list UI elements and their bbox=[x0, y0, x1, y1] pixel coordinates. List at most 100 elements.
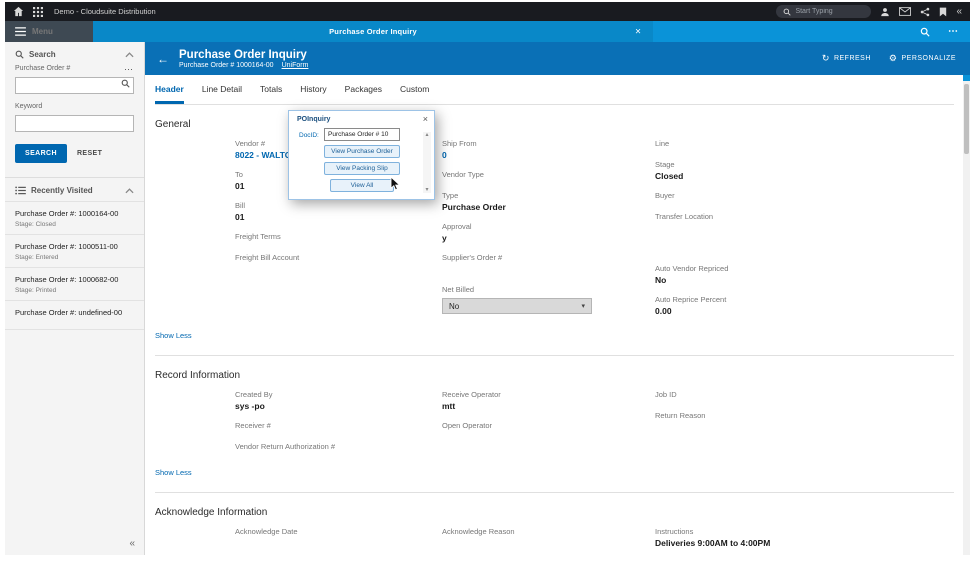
mouse-cursor bbox=[390, 176, 401, 191]
document-tab-title: Purchase Order Inquiry bbox=[329, 27, 417, 36]
global-search-input[interactable] bbox=[795, 8, 866, 15]
view-purchase-order-button[interactable]: View Purchase Order bbox=[324, 145, 400, 158]
field-label: Vendor Type bbox=[442, 170, 484, 179]
search-icon[interactable] bbox=[920, 27, 930, 37]
list-item[interactable]: Purchase Order #: 1000164-00 Stage: Clos… bbox=[5, 202, 144, 235]
field-acknowledge-reason: Acknowledge Reason bbox=[442, 526, 655, 540]
keyword-label-row: Keyword bbox=[5, 103, 144, 110]
ellipsis-icon[interactable]: ⋯ bbox=[124, 65, 134, 74]
po-number-input[interactable] bbox=[15, 77, 134, 94]
field-label: Acknowledge Reason bbox=[442, 527, 515, 536]
collapse-panel-icon[interactable]: « bbox=[956, 6, 962, 17]
personalize-label: PERSONALIZE bbox=[901, 55, 956, 62]
uniform-link[interactable]: UniForm bbox=[282, 62, 309, 69]
more-icon[interactable]: ⋯ bbox=[948, 26, 958, 37]
field-label: Created By bbox=[235, 390, 273, 399]
mail-icon[interactable] bbox=[899, 7, 912, 16]
list-item[interactable]: Purchase Order #: undefined-00 bbox=[5, 301, 144, 330]
net-billed-select[interactable]: No ▾ bbox=[442, 298, 592, 314]
field-value: y bbox=[442, 233, 447, 243]
popup-title: POInquiry bbox=[297, 116, 331, 123]
tab-packages[interactable]: Packages bbox=[345, 84, 382, 104]
view-packing-slip-button[interactable]: View Packing Slip bbox=[324, 162, 400, 175]
docid-label: DocID: bbox=[299, 132, 319, 139]
refresh-label: REFRESH bbox=[833, 55, 871, 62]
topbar: Demo - Cloudsuite Distribution « bbox=[5, 2, 970, 21]
field-transfer-location: Transfer Location bbox=[655, 211, 954, 225]
field-receiver-number: Receiver # bbox=[235, 420, 442, 434]
sidebar-search-header[interactable]: Search bbox=[5, 42, 144, 65]
field-label: Ship From bbox=[442, 139, 477, 148]
caret-down-icon: ▾ bbox=[581, 303, 585, 310]
tab-custom[interactable]: Custom bbox=[400, 84, 429, 104]
recently-visited-list: Purchase Order #: 1000164-00 Stage: Clos… bbox=[5, 201, 144, 330]
menu-button[interactable]: Menu bbox=[5, 21, 93, 42]
tab-totals[interactable]: Totals bbox=[260, 84, 282, 104]
main-scrollbar[interactable] bbox=[963, 75, 970, 555]
sidebar: Search Purchase Order # ⋯ Keyword SEARCH… bbox=[5, 42, 145, 555]
field-value bbox=[442, 263, 655, 266]
share-icon[interactable] bbox=[920, 7, 930, 17]
home-icon[interactable] bbox=[13, 6, 24, 17]
personalize-button[interactable]: ⚙ PERSONALIZE bbox=[889, 54, 956, 63]
sidebar-collapse-icon[interactable]: « bbox=[129, 538, 135, 549]
global-search[interactable] bbox=[776, 5, 872, 18]
reset-button[interactable]: RESET bbox=[77, 150, 102, 157]
po-number-label-row: Purchase Order # ⋯ bbox=[5, 65, 144, 74]
chevron-up-icon[interactable] bbox=[125, 51, 134, 58]
show-less-link[interactable]: Show Less bbox=[155, 468, 192, 477]
tab-line-detail[interactable]: Line Detail bbox=[202, 84, 242, 104]
tab-history[interactable]: History bbox=[300, 84, 326, 104]
list-item[interactable]: Purchase Order #: 1000682-00 Stage: Prin… bbox=[5, 268, 144, 301]
field-vendor-return-authorization: Vendor Return Authorization # bbox=[235, 441, 442, 455]
lookup-icon[interactable] bbox=[121, 79, 130, 88]
list-item[interactable]: Purchase Order #: 1000511-00 Stage: Ente… bbox=[5, 235, 144, 268]
main-area: ← Purchase Order Inquiry Purchase Order … bbox=[145, 42, 970, 555]
recently-visited-header[interactable]: Recently Visited bbox=[5, 178, 144, 201]
field-label: Freight Bill Account bbox=[235, 253, 300, 262]
field-label: Approval bbox=[442, 222, 472, 231]
section-title-acknowledge: Acknowledge Information bbox=[155, 507, 268, 518]
refresh-button[interactable]: ↻ REFRESH bbox=[822, 54, 871, 63]
tab-purchase-order-inquiry[interactable]: Purchase Order Inquiry × bbox=[93, 21, 653, 42]
user-icon[interactable] bbox=[880, 7, 890, 17]
field-value: Purchase Order bbox=[442, 202, 506, 212]
view-all-button[interactable]: View All bbox=[330, 179, 394, 192]
tab-close-icon[interactable]: × bbox=[635, 26, 641, 37]
popup-close-icon[interactable]: × bbox=[423, 115, 428, 124]
keyword-input[interactable] bbox=[15, 115, 134, 132]
popup-scrollbar[interactable]: ▴ ▾ bbox=[423, 132, 431, 193]
show-less-link[interactable]: Show Less bbox=[155, 331, 192, 340]
field-line: Line bbox=[655, 138, 954, 152]
field-label: Job ID bbox=[655, 390, 677, 399]
hamburger-icon bbox=[15, 27, 26, 36]
recent-item-stage: Stage: Printed bbox=[15, 287, 57, 294]
bookmark-icon[interactable] bbox=[939, 7, 947, 17]
back-icon[interactable]: ← bbox=[157, 53, 169, 65]
field-value[interactable]: 0 bbox=[442, 149, 655, 162]
field-value: 0.00 bbox=[655, 306, 672, 316]
record-grid: Created By sys -po Receiver # Vendor Ret… bbox=[235, 389, 954, 462]
field-open-operator: Open Operator bbox=[442, 420, 655, 434]
app-grid-icon[interactable] bbox=[33, 6, 43, 17]
search-icon bbox=[15, 50, 24, 59]
scroll-down-icon[interactable]: ▾ bbox=[425, 187, 428, 193]
field-value bbox=[655, 149, 954, 152]
field-label: Bill bbox=[235, 201, 246, 210]
search-icon bbox=[783, 8, 792, 16]
field-freight-bill-account: Freight Bill Account bbox=[235, 252, 442, 266]
scroll-up-icon[interactable]: ▴ bbox=[425, 132, 428, 138]
poinquiry-popup: POInquiry × DocID: View Purchase Order V… bbox=[288, 110, 435, 200]
field-return-reason: Return Reason bbox=[655, 410, 954, 424]
field-value bbox=[235, 537, 442, 540]
field-label: Auto Vendor Repriced bbox=[655, 264, 729, 273]
tab-header[interactable]: Header bbox=[155, 84, 184, 104]
field-value bbox=[655, 400, 954, 403]
search-button[interactable]: SEARCH bbox=[15, 144, 67, 163]
field-value bbox=[442, 431, 655, 434]
docid-input[interactable] bbox=[324, 128, 400, 141]
tab-bar: Header Line Detail Totals History Packag… bbox=[155, 75, 954, 105]
chevron-up-icon[interactable] bbox=[125, 187, 134, 194]
scrollbar-thumb[interactable] bbox=[964, 84, 969, 154]
field-label: Open Operator bbox=[442, 421, 493, 430]
